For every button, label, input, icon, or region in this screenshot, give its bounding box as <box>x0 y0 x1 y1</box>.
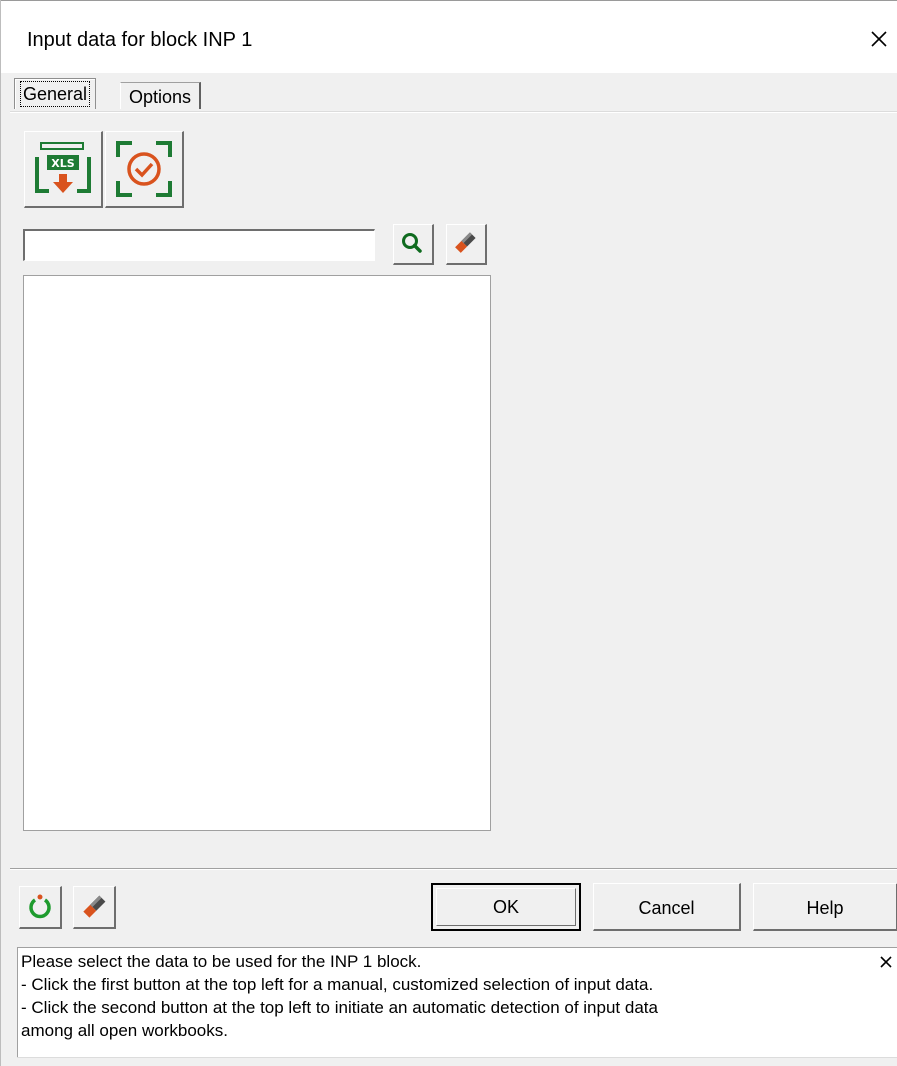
help-button[interactable]: Help <box>753 883 897 931</box>
close-icon <box>880 956 892 968</box>
window-title: Input data for block INP 1 <box>27 29 253 51</box>
auto-detect-button[interactable] <box>105 131 184 208</box>
reset-icon <box>29 894 51 919</box>
message-line: - Click the first button at the top left… <box>21 975 654 994</box>
tab-general-label: General <box>19 81 91 107</box>
tab-options-label: Options <box>129 87 192 107</box>
erase-search-button[interactable] <box>446 224 487 265</box>
auto-detect-icon <box>116 141 172 197</box>
tab-general[interactable]: General <box>14 78 97 109</box>
message-line: Please select the data to be used for th… <box>21 952 422 971</box>
tab-options[interactable]: Options <box>120 82 202 109</box>
eraser-icon <box>455 232 476 253</box>
search-input[interactable] <box>23 229 375 261</box>
data-list[interactable] <box>23 275 491 831</box>
close-icon <box>871 31 887 47</box>
xls-import-icon: XLS <box>35 142 91 193</box>
message-close-button[interactable] <box>876 952 896 972</box>
manual-select-button[interactable]: XLS <box>24 131 103 208</box>
message-line: - Click the second button at the top lef… <box>21 998 658 1017</box>
search-icon <box>402 233 422 253</box>
bottom-separator-highlight <box>10 869 897 870</box>
dialog-content: General Options XLS OK Cancel Help Pleas… <box>1 73 897 1066</box>
clear-button[interactable] <box>73 886 116 929</box>
eraser-icon <box>83 895 106 918</box>
tab-strip-divider-highlight <box>10 112 897 113</box>
ok-button[interactable]: OK <box>431 883 581 931</box>
cancel-button[interactable]: Cancel <box>593 883 741 931</box>
search-button[interactable] <box>393 224 434 265</box>
message-line: among all open workbooks. <box>21 1021 228 1040</box>
message-panel: Please select the data to be used for th… <box>17 947 897 1057</box>
title-bar: Input data for block INP 1 <box>1 1 897 73</box>
close-button[interactable] <box>859 19 897 59</box>
xls-icon-text: XLS <box>51 157 74 170</box>
reset-button[interactable] <box>19 886 62 929</box>
message-panel-bottom-edge <box>17 1057 897 1058</box>
